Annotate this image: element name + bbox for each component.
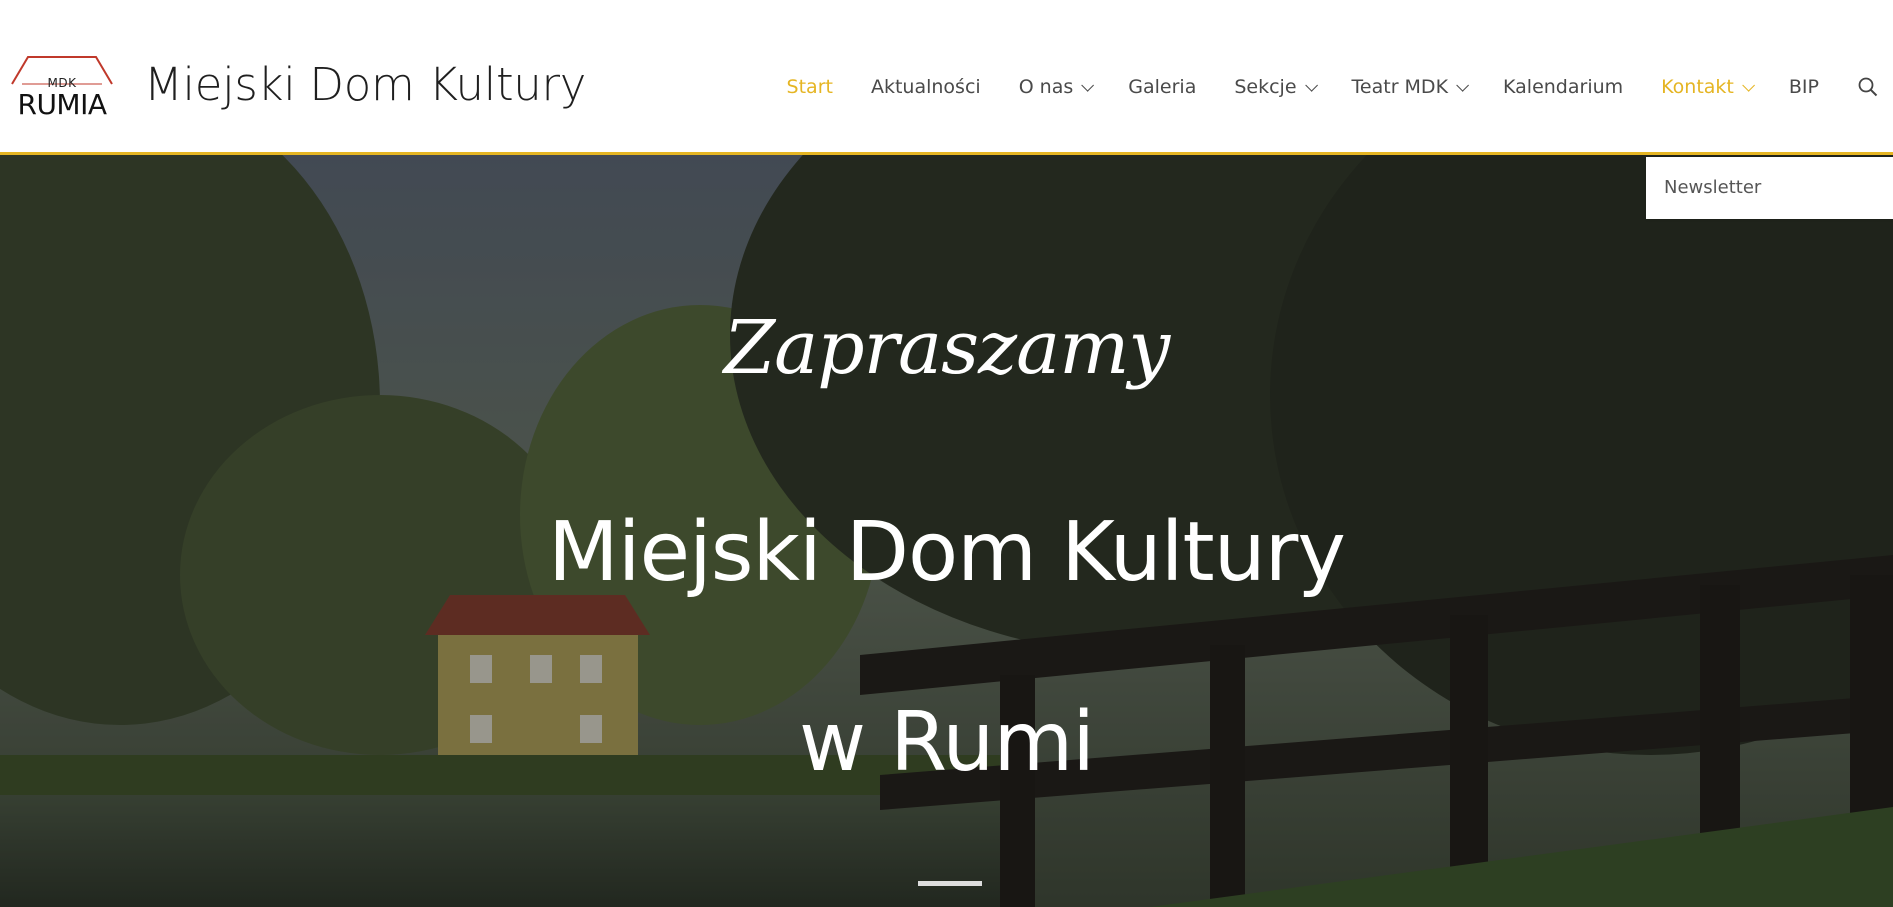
hero-divider [918, 881, 982, 886]
nav-item-label: Aktualności [870, 76, 981, 98]
nav-item-aktualnosci[interactable]: Aktualności [871, 76, 981, 98]
nav-item-label: Galeria [1128, 76, 1197, 98]
hero-script-text: Zapraszamy [723, 305, 1170, 391]
hero-title: Miejski Dom Kultury [548, 505, 1346, 600]
nav-item-label: Start [786, 76, 833, 98]
site-logo[interactable]: MDK RUMIA [8, 54, 116, 121]
nav-item-label: Sekcje [1234, 76, 1297, 98]
hero-subtitle: w Rumi [798, 695, 1095, 790]
search-icon[interactable] [1857, 76, 1879, 98]
nav-item-o-nas[interactable]: O nas [1018, 76, 1095, 98]
logo-big-text: RUMIA [17, 88, 107, 121]
nav-item-teatr-mdk[interactable]: Teatr MDK [1351, 76, 1470, 98]
dropdown-item-newsletter[interactable]: Newsletter [1664, 177, 1761, 198]
nav-item-label: Teatr MDK [1351, 76, 1449, 98]
site-title[interactable]: Miejski Dom Kultury [144, 58, 586, 111]
nav-item-label: Kontakt [1661, 76, 1734, 98]
nav-item-sekcje[interactable]: Sekcje [1234, 76, 1318, 98]
nav-item-label: BIP [1788, 76, 1819, 98]
nav-item-label: O nas [1018, 76, 1074, 98]
nav-item-bip[interactable]: BIP [1789, 76, 1819, 98]
main-nav: Start Aktualności O nas Galeria Sekcje T… [787, 74, 1893, 100]
nav-item-kontakt[interactable]: Kontakt [1661, 76, 1755, 98]
nav-item-start[interactable]: Start [787, 76, 833, 98]
chevron-down-icon [1081, 78, 1095, 92]
chevron-down-icon [1304, 78, 1318, 92]
site-header: MDK RUMIA Miejski Dom Kultury Start Aktu… [0, 0, 1893, 155]
nav-item-kalendarium[interactable]: Kalendarium [1503, 76, 1623, 98]
nav-item-label: Kalendarium [1503, 76, 1624, 98]
hero-slider: Zapraszamy Miejski Dom Kultury w Rumi [0, 155, 1893, 907]
chevron-down-icon [1456, 78, 1470, 92]
kontakt-dropdown-menu: Newsletter [1646, 157, 1893, 219]
chevron-down-icon [1742, 78, 1755, 92]
nav-item-galeria[interactable]: Galeria [1128, 76, 1196, 98]
